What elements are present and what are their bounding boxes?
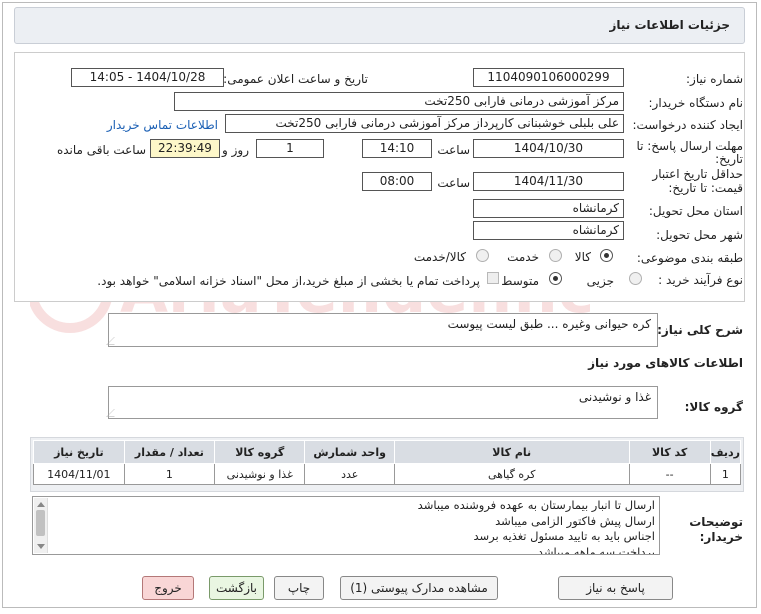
goods-group-textarea: غذا و نوشیدنی [106, 386, 658, 419]
remaining-time-field: 22:39:49 [150, 139, 220, 158]
summary-textarea: کره حیوانی وغیره ... طبق لیست پیوست [106, 313, 658, 347]
process-partial-label: جزیی [586, 274, 614, 288]
category-goods-service-label: کالا/خدمت [413, 250, 466, 264]
category-label: طبقه بندی موضوعی: [636, 251, 743, 265]
process-medium-radio[interactable] [549, 272, 562, 285]
notes-scrollbar[interactable] [34, 498, 48, 553]
announce-label: تاریخ و ساعت اعلان عمومی: [223, 72, 368, 86]
buyer-notes-label-2: خریدار: [699, 530, 743, 544]
validity-time-field: 08:00 [362, 172, 432, 191]
category-goods-label: کالا [574, 250, 591, 264]
goods-group-label: گروه کالا: [684, 400, 743, 414]
cell-row: 1 [709, 463, 742, 485]
note-line: پرداخت سه ماهه میباشد [537, 544, 655, 555]
table-header-row: ردیف کد کالا نام کالا واحد شمارش گروه کا… [33, 440, 742, 464]
col-code: کد کالا [628, 440, 711, 464]
page-title: جزئیات اطلاعات نیاز [609, 18, 730, 32]
city-field: کرمانشاه [473, 221, 624, 240]
summary-text: کره حیوانی وغیره ... طبق لیست پیوست [447, 317, 651, 331]
col-name: نام کالا [393, 440, 630, 464]
scroll-up-icon[interactable] [37, 502, 45, 507]
note-line: ارسال تا انبار بیمارستان به عهده فروشنده… [417, 498, 655, 512]
creator-field: علی بلبلی خوشبنانی کارپرداز مرکز آموزشی … [225, 114, 624, 133]
category-goods-radio[interactable] [600, 249, 613, 262]
days-label: روز و [222, 143, 249, 157]
reply-button[interactable]: پاسخ به نیاز [558, 576, 673, 600]
cell-name: کره گیاهی [393, 463, 630, 485]
attachments-button[interactable]: مشاهده مدارک پیوستی (1) [340, 576, 498, 600]
summary-label: شرح کلی نیاز: [657, 323, 743, 337]
deadline-time-label: ساعت [437, 143, 470, 157]
col-row: ردیف [709, 440, 742, 464]
table-row[interactable]: 1 -- کره گیاهی عدد غذا و نوشیدنی 1 1404/… [33, 463, 742, 485]
process-medium-label: متوسط [501, 274, 539, 288]
validity-label-date: قیمت: تا تاریخ: [668, 181, 743, 195]
announce-field: 1404/10/28 - 14:05 [71, 68, 224, 87]
validity-label: حداقل تاریخ اعتبار [652, 167, 743, 181]
resize-grip-icon[interactable] [106, 409, 122, 417]
deadline-time-field: 14:10 [362, 139, 432, 158]
col-unit: واحد شمارش [304, 440, 395, 464]
col-qty: تعداد / مقدار [123, 440, 216, 464]
province-label: استان محل تحویل: [648, 204, 743, 218]
buyer-contact-link[interactable]: اطلاعات تماس خریدار [107, 118, 218, 132]
cell-unit: عدد [304, 463, 395, 485]
print-button[interactable]: چاپ [274, 576, 324, 600]
cell-group: غذا و نوشیدنی [214, 463, 306, 485]
city-label: شهر محل تحویل: [656, 228, 743, 242]
buyer-org-label: نام دستگاه خریدار: [648, 96, 744, 110]
cell-qty: 1 [123, 463, 216, 485]
scroll-thumb[interactable] [36, 510, 45, 536]
scroll-down-icon[interactable] [37, 544, 45, 549]
treasury-payment-note: پرداخت تمام یا بخشی از مبلغ خرید،از محل … [97, 274, 480, 288]
buyer-org-field: مرکز آموزشی درمانی فارابی 250تخت [174, 92, 624, 111]
creator-label: ایجاد کننده درخواست: [632, 118, 743, 132]
need-number-field: 1104090106000299 [473, 68, 624, 87]
goods-group-text: غذا و نوشیدنی [578, 390, 651, 404]
category-goods-service-radio[interactable] [476, 249, 489, 262]
note-line: ارسال پیش فاکتور الزامی میباشد [495, 513, 655, 528]
days-field: 1 [256, 139, 324, 158]
note-line: اجناس باید به تایید مسئول تغذیه برسد [473, 529, 655, 543]
validity-date-field: 1404/11/30 [473, 172, 624, 191]
cell-code: -- [628, 463, 711, 485]
deadline-date-field: 1404/10/30 [473, 139, 624, 158]
buyer-notes-label: توضیحات [689, 515, 743, 529]
goods-info-heading: اطلاعات کالاهای مورد نیاز [588, 356, 743, 370]
category-service-radio[interactable] [549, 249, 562, 262]
col-date: تاریخ نیاز [33, 440, 125, 464]
exit-button[interactable]: خروج [142, 576, 194, 600]
process-label: نوع فرآیند خرید : [658, 273, 743, 287]
title-bar: جزئیات اطلاعات نیاز [14, 7, 745, 44]
deadline-label: مهلت ارسال پاسخ: تا [636, 139, 743, 153]
deadline-label-date: تاریخ: [715, 152, 743, 166]
buyer-notes-textarea[interactable]: ارسال تا انبار بیمارستان به عهده فروشنده… [32, 496, 660, 555]
need-number-label: شماره نیاز: [686, 72, 743, 86]
col-group: گروه کالا [214, 440, 306, 464]
category-service-label: خدمت [507, 250, 539, 264]
treasury-payment-checkbox[interactable] [487, 272, 499, 284]
resize-grip-icon[interactable] [106, 337, 122, 345]
validity-time-label: ساعت [437, 176, 470, 190]
process-partial-radio[interactable] [629, 272, 642, 285]
cell-date: 1404/11/01 [33, 463, 125, 485]
back-button[interactable]: بازگشت [209, 576, 264, 600]
province-field: کرمانشاه [473, 199, 624, 218]
remaining-label: ساعت باقی مانده [56, 143, 146, 157]
items-table: ردیف کد کالا نام کالا واحد شمارش گروه کا… [33, 440, 742, 485]
